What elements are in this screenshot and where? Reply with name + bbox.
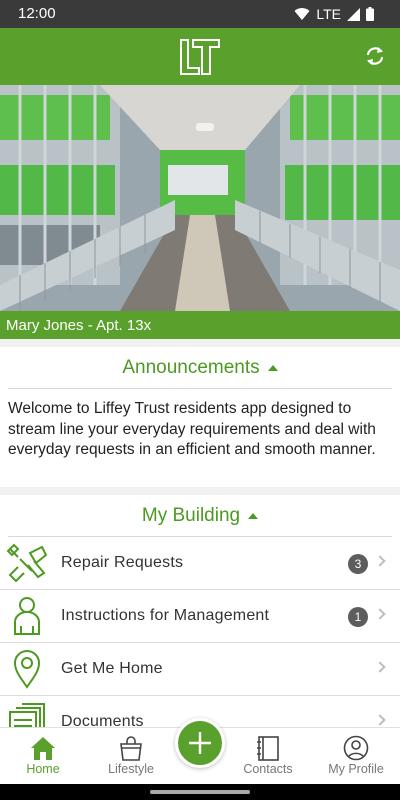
- nav-label: Contacts: [243, 762, 293, 776]
- menu-item-repair-requests[interactable]: Repair Requests 3: [0, 537, 400, 590]
- add-button[interactable]: [175, 718, 225, 768]
- chevron-right-icon: [374, 608, 386, 620]
- status-bar: 12:00 LTE: [0, 0, 400, 28]
- count-badge: 1: [348, 607, 368, 627]
- repair-icon: [6, 543, 48, 583]
- plus-icon: [189, 732, 211, 754]
- refresh-icon[interactable]: [364, 45, 386, 67]
- menu-item-instructions-for-management[interactable]: Instructions for Management 1: [0, 590, 400, 643]
- home-icon: [31, 737, 55, 760]
- map-pin-icon: [13, 650, 41, 689]
- contacts-book-icon: [257, 736, 279, 761]
- network-type: LTE: [316, 6, 341, 22]
- menu-item-label: Documents: [61, 713, 144, 727]
- nav-label: My Profile: [328, 762, 384, 776]
- chevron-right-icon: [374, 555, 386, 567]
- nav-contacts[interactable]: Contacts: [228, 728, 308, 785]
- building-photo: [0, 85, 400, 311]
- caret-up-icon: [248, 512, 259, 519]
- signal-icon: [347, 7, 360, 21]
- liffey-trust-logo: [180, 39, 220, 75]
- shopping-bag-icon: [120, 736, 142, 761]
- status-time: 12:00: [18, 5, 56, 22]
- profile-icon: [343, 735, 369, 761]
- home-gesture-pill[interactable]: [150, 790, 250, 794]
- nav-my-profile[interactable]: My Profile: [316, 728, 396, 785]
- announcements-header[interactable]: Announcements: [8, 347, 392, 389]
- nav-home[interactable]: Home: [3, 728, 83, 785]
- my-building-header[interactable]: My Building: [8, 495, 392, 537]
- my-building-title: My Building: [141, 504, 241, 526]
- announcements-card: Announcements Welcome to Liffey Trust re…: [0, 347, 400, 487]
- resident-label: Mary Jones - Apt. 13x: [0, 311, 400, 339]
- nav-lifestyle[interactable]: Lifestyle: [91, 728, 171, 785]
- nav-label: Home: [26, 762, 60, 776]
- nav-label: Lifestyle: [108, 762, 154, 776]
- caret-up-icon: [267, 364, 278, 371]
- announcement-text: Welcome to Liffey Trust residents app de…: [8, 400, 376, 458]
- menu-item-get-me-home[interactable]: Get Me Home: [0, 643, 400, 696]
- documents-icon: [9, 703, 45, 727]
- person-icon: [14, 597, 40, 635]
- announcements-title: Announcements: [122, 356, 260, 378]
- menu-item-label: Instructions for Management: [61, 607, 270, 624]
- battery-icon: [366, 7, 374, 21]
- system-gesture-bar: [0, 784, 400, 800]
- my-building-card: My Building Repair Requests 3 Instructio…: [0, 495, 400, 727]
- count-badge: 3: [348, 554, 368, 574]
- menu-item-label: Get Me Home: [61, 660, 163, 677]
- app-bar: [0, 28, 400, 85]
- wifi-icon: [294, 8, 310, 20]
- chevron-right-icon: [374, 661, 386, 673]
- status-icons: LTE: [294, 6, 374, 22]
- menu-item-label: Repair Requests: [61, 554, 184, 571]
- chevron-right-icon: [374, 714, 386, 726]
